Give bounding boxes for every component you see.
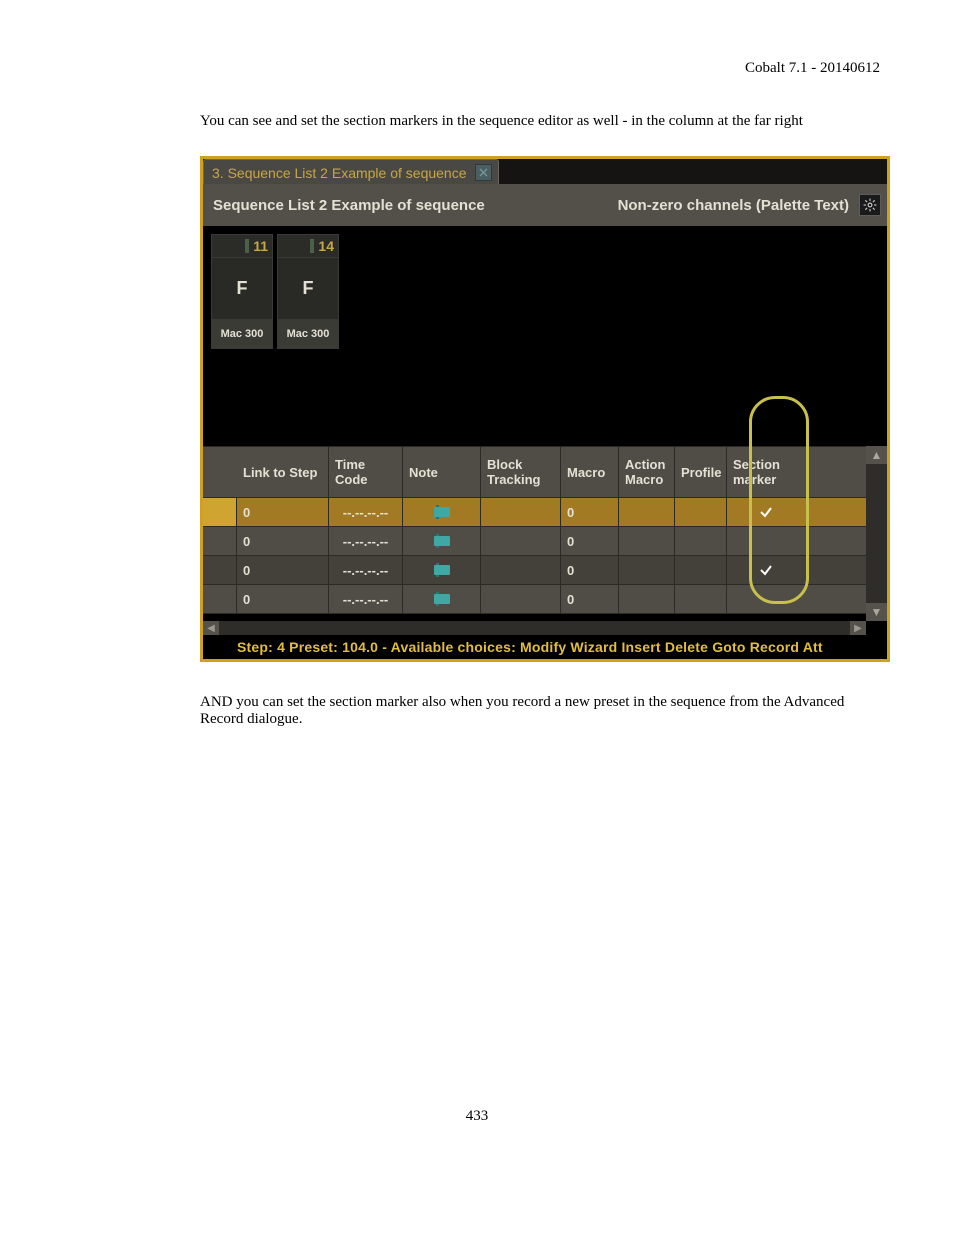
table-header: Link to Step Time Code Note Block Tracki…: [203, 446, 866, 498]
gear-icon[interactable]: [859, 194, 881, 216]
paragraph-2: AND you can set the section marker also …: [200, 694, 880, 728]
paragraph-1: You can see and set the section markers …: [200, 113, 880, 130]
cell-macro[interactable]: 0: [561, 585, 619, 613]
note-tag-icon: [434, 505, 450, 519]
page-header: Cobalt 7.1 - 20140612: [200, 60, 880, 77]
cell-block[interactable]: [481, 527, 561, 555]
close-icon[interactable]: [475, 164, 492, 181]
panel-title: Sequence List 2 Example of sequence: [213, 197, 485, 214]
scroll-up-icon[interactable]: ▲: [866, 446, 887, 464]
cell-action[interactable]: [619, 556, 675, 584]
cell-section[interactable]: [727, 585, 805, 613]
page-number: 433: [0, 1108, 954, 1125]
col-link-to-step[interactable]: Link to Step: [237, 447, 329, 497]
cell-timecode[interactable]: --.--.--.--: [329, 585, 403, 613]
horizontal-scrollbar[interactable]: ◀ ▶: [203, 621, 866, 635]
cell-block[interactable]: [481, 585, 561, 613]
col-block-tracking[interactable]: Block Tracking: [481, 447, 561, 497]
cell-profile[interactable]: [675, 527, 727, 555]
cell-section[interactable]: [727, 556, 805, 584]
cell-note[interactable]: [403, 585, 481, 613]
cell-note[interactable]: [403, 498, 481, 526]
vertical-scrollbar[interactable]: ▲ ▼: [866, 446, 887, 621]
cell-link[interactable]: 0: [237, 527, 329, 555]
fixture-level: F: [278, 258, 338, 320]
cell-link[interactable]: 0: [237, 556, 329, 584]
panel-header: Sequence List 2 Example of sequence Non-…: [203, 184, 887, 226]
fixture-label: Mac 300: [278, 320, 338, 348]
fixture-tile[interactable]: 14 FMac 300: [277, 234, 339, 349]
cell-profile[interactable]: [675, 556, 727, 584]
fixture-number: 14: [318, 238, 334, 254]
cell-link[interactable]: 0: [237, 585, 329, 613]
check-icon: [759, 505, 773, 519]
cell-timecode[interactable]: --.--.--.--: [329, 527, 403, 555]
cell-link[interactable]: 0: [237, 498, 329, 526]
table-row[interactable]: 0--.--.--.--0: [203, 498, 866, 527]
fixture-label: Mac 300: [212, 320, 272, 348]
tab-title: 3. Sequence List 2 Example of sequence: [212, 165, 467, 181]
display-mode-label[interactable]: Non-zero channels (Palette Text): [618, 197, 849, 214]
col-profile[interactable]: Profile: [675, 447, 727, 497]
scroll-right-icon[interactable]: ▶: [850, 621, 866, 635]
col-section-marker[interactable]: Section marker: [727, 447, 805, 497]
cell-section[interactable]: [727, 527, 805, 555]
cell-profile[interactable]: [675, 585, 727, 613]
col-time-code[interactable]: Time Code: [329, 447, 403, 497]
col-action-macro[interactable]: Action Macro: [619, 447, 675, 497]
fixture-number: 11: [253, 238, 268, 254]
check-icon: [759, 563, 773, 577]
fixture-level: F: [212, 258, 272, 320]
tab-sequence-list[interactable]: 3. Sequence List 2 Example of sequence: [203, 159, 499, 185]
cell-macro[interactable]: 0: [561, 556, 619, 584]
col-macro[interactable]: Macro: [561, 447, 619, 497]
document-page: Cobalt 7.1 - 20140612 You can see and se…: [0, 0, 954, 1235]
table-row[interactable]: 0--.--.--.--0: [203, 556, 866, 585]
status-bar: Step: 4 Preset: 104.0 - Available choice…: [203, 635, 887, 659]
fixture-area: 11 FMac 300 14 FMac 300: [203, 226, 887, 446]
sequence-table: Link to Step Time Code Note Block Tracki…: [203, 446, 866, 621]
cell-timecode[interactable]: --.--.--.--: [329, 556, 403, 584]
cell-block[interactable]: [481, 498, 561, 526]
note-tag-icon: [434, 592, 450, 606]
cell-timecode[interactable]: --.--.--.--: [329, 498, 403, 526]
fixture-tile[interactable]: 11 FMac 300: [211, 234, 273, 349]
cell-note[interactable]: [403, 527, 481, 555]
cell-action[interactable]: [619, 498, 675, 526]
scroll-left-icon[interactable]: ◀: [203, 621, 219, 635]
cell-macro[interactable]: 0: [561, 498, 619, 526]
col-note[interactable]: Note: [403, 447, 481, 497]
table-area: ▲ ▼ Link to Step Time Code Note Block Tr…: [203, 446, 887, 659]
cell-block[interactable]: [481, 556, 561, 584]
table-row[interactable]: 0--.--.--.--0: [203, 585, 866, 614]
cell-action[interactable]: [619, 527, 675, 555]
cell-action[interactable]: [619, 585, 675, 613]
note-tag-icon: [434, 563, 450, 577]
scroll-down-icon[interactable]: ▼: [866, 603, 887, 621]
cell-section[interactable]: [727, 498, 805, 526]
cell-note[interactable]: [403, 556, 481, 584]
tab-bar: 3. Sequence List 2 Example of sequence: [203, 159, 887, 184]
note-tag-icon: [434, 534, 450, 548]
screenshot-sequence-editor: 3. Sequence List 2 Example of sequence S…: [200, 156, 890, 662]
cell-profile[interactable]: [675, 498, 727, 526]
cell-macro[interactable]: 0: [561, 527, 619, 555]
table-row[interactable]: 0--.--.--.--0: [203, 527, 866, 556]
